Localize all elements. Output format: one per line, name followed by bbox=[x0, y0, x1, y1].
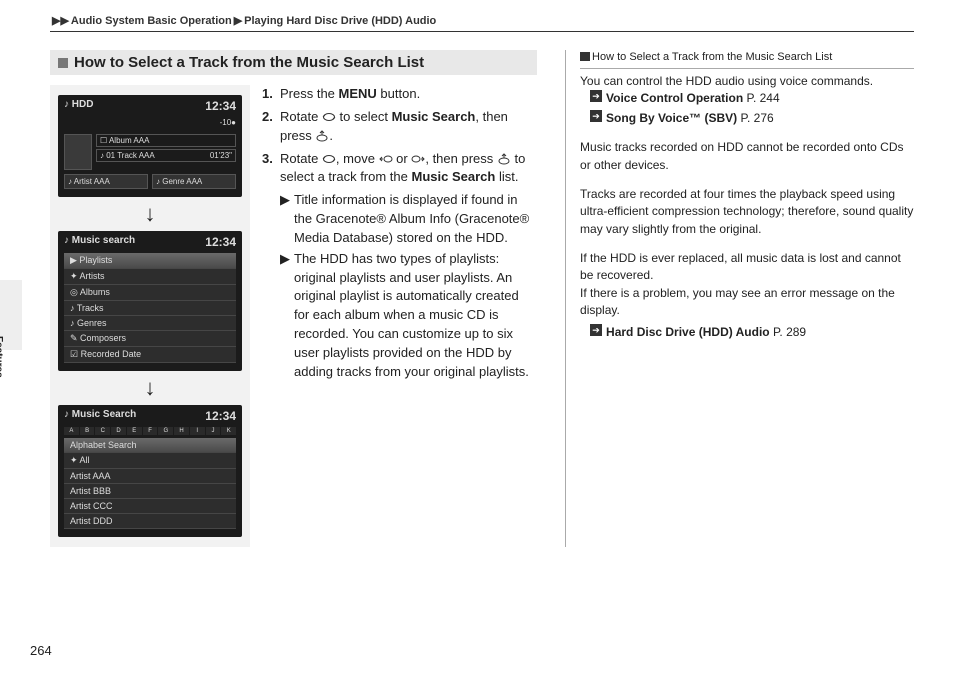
screen3-title: Music Search bbox=[72, 409, 136, 420]
rotate-dial-icon bbox=[322, 152, 336, 164]
triangle-bullet-icon: ▶ bbox=[280, 250, 294, 382]
instructions: 1. Press the MENU button. 2. Rotate to s… bbox=[262, 85, 537, 547]
list-item: Artist AAA bbox=[64, 469, 236, 484]
sub-point-1: ▶ Title information is displayed if foun… bbox=[280, 191, 537, 248]
hdd-screen: ♪ HDD 12:34 -10 ● ☐ Album AAA ♪ 01 Track… bbox=[58, 95, 242, 197]
info-box-icon bbox=[580, 52, 590, 61]
push-dial-icon bbox=[315, 129, 329, 141]
screen1-sub: -10 bbox=[220, 118, 232, 127]
rotate-dial-icon bbox=[322, 110, 336, 122]
list-item: Artist DDD bbox=[64, 514, 236, 529]
side-p3: Tracks are recorded at four times the pl… bbox=[580, 186, 914, 238]
link-arrow-icon: ➔ bbox=[590, 90, 602, 102]
chevron-icon: ▶ bbox=[234, 15, 242, 27]
page: ▶▶Audio System Basic Operation▶Playing H… bbox=[0, 0, 954, 567]
side-tab: Features bbox=[0, 280, 22, 350]
breadcrumb: ▶▶Audio System Basic Operation▶Playing H… bbox=[50, 14, 914, 27]
triangle-bullet-icon: ▶ bbox=[280, 191, 294, 248]
section-title: How to Select a Track from the Music Sea… bbox=[50, 50, 537, 75]
push-dial-icon bbox=[497, 152, 511, 164]
side-tab-label: Features bbox=[0, 336, 4, 378]
side-p1: You can control the HDD audio using voic… bbox=[580, 73, 914, 90]
side-column: How to Select a Track from the Music Sea… bbox=[565, 50, 914, 547]
list-item: ◎ Albums bbox=[64, 285, 236, 301]
move-right-icon bbox=[411, 152, 425, 164]
list-item: ✦ Artists bbox=[64, 269, 236, 285]
screen2-title: Music search bbox=[72, 235, 135, 246]
link-arrow-icon: ➔ bbox=[590, 324, 602, 336]
screen1-title: HDD bbox=[72, 99, 94, 110]
breadcrumb-b: Playing Hard Disc Drive (HDD) Audio bbox=[244, 15, 436, 27]
cross-ref: ➔ Song By Voice™ (SBV) P. 276 bbox=[590, 110, 914, 127]
arrow-down-icon: ↓ bbox=[145, 201, 156, 227]
screen1-album: Album AAA bbox=[109, 136, 149, 145]
screen1-track: 01 Track AAA bbox=[106, 151, 154, 160]
list-item: ✦ All bbox=[64, 453, 236, 469]
content: How to Select a Track from the Music Sea… bbox=[50, 50, 914, 547]
step-2: 2. Rotate to select Music Search, then p… bbox=[262, 108, 537, 146]
page-number: 264 bbox=[30, 643, 52, 658]
screen1-genre: Genre AAA bbox=[162, 177, 202, 186]
cross-ref: ➔ Voice Control Operation P. 244 bbox=[590, 90, 914, 107]
screen1-artist: Artist AAA bbox=[74, 177, 110, 186]
section-title-text: How to Select a Track from the Music Sea… bbox=[74, 54, 424, 71]
main-body: ♪ HDD 12:34 -10 ● ☐ Album AAA ♪ 01 Track… bbox=[50, 85, 537, 547]
album-art-placeholder bbox=[64, 134, 92, 170]
arrow-down-icon: ↓ bbox=[145, 375, 156, 401]
step-1: 1. Press the MENU button. bbox=[262, 85, 537, 104]
list-item: ✎ Composers bbox=[64, 331, 236, 347]
screen2-time: 12:34 bbox=[205, 235, 236, 249]
side-p4b: If there is a problem, you may see an er… bbox=[580, 285, 914, 320]
list-item: Artist BBB bbox=[64, 484, 236, 499]
link-arrow-icon: ➔ bbox=[590, 110, 602, 122]
list-item: ▶ Playlists bbox=[64, 253, 236, 269]
side-p2: Music tracks recorded on HDD cannot be r… bbox=[580, 139, 914, 174]
screen1-dur: 01'23" bbox=[210, 151, 232, 160]
music-search-menu-screen: ♪ Music search 12:34 ▶ Playlists ✦ Artis… bbox=[58, 231, 242, 371]
list-item: ♪ Tracks bbox=[64, 301, 236, 316]
breadcrumb-a: Audio System Basic Operation bbox=[71, 15, 232, 27]
move-left-icon bbox=[379, 152, 393, 164]
screen3-time: 12:34 bbox=[205, 409, 236, 423]
screen1-time: 12:34 bbox=[205, 99, 236, 113]
side-title: How to Select a Track from the Music Sea… bbox=[580, 50, 914, 69]
square-bullet-icon bbox=[58, 58, 68, 68]
side-p4a: If the HDD is ever replaced, all music d… bbox=[580, 250, 914, 285]
screenshot-stack: ♪ HDD 12:34 -10 ● ☐ Album AAA ♪ 01 Track… bbox=[50, 85, 250, 547]
music-search-list-screen: ♪ Music Search 12:34 ABCDEFGHIJK Alphabe… bbox=[58, 405, 242, 537]
list-item: Artist CCC bbox=[64, 499, 236, 514]
list-item: Alphabet Search bbox=[64, 438, 236, 453]
cross-ref: ➔ Hard Disc Drive (HDD) Audio P. 289 bbox=[590, 324, 914, 341]
alpha-row: ABCDEFGHIJK bbox=[64, 427, 236, 435]
list-item: ♪ Genres bbox=[64, 316, 236, 331]
list-item: ☑ Recorded Date bbox=[64, 347, 236, 363]
sub-point-2: ▶ The HDD has two types of playlists: or… bbox=[280, 250, 537, 382]
step-3: 3. Rotate , move or , then press to sele… bbox=[262, 150, 537, 188]
main-column: How to Select a Track from the Music Sea… bbox=[50, 50, 537, 547]
divider bbox=[50, 31, 914, 32]
chevron-icon: ▶▶ bbox=[52, 15, 69, 27]
